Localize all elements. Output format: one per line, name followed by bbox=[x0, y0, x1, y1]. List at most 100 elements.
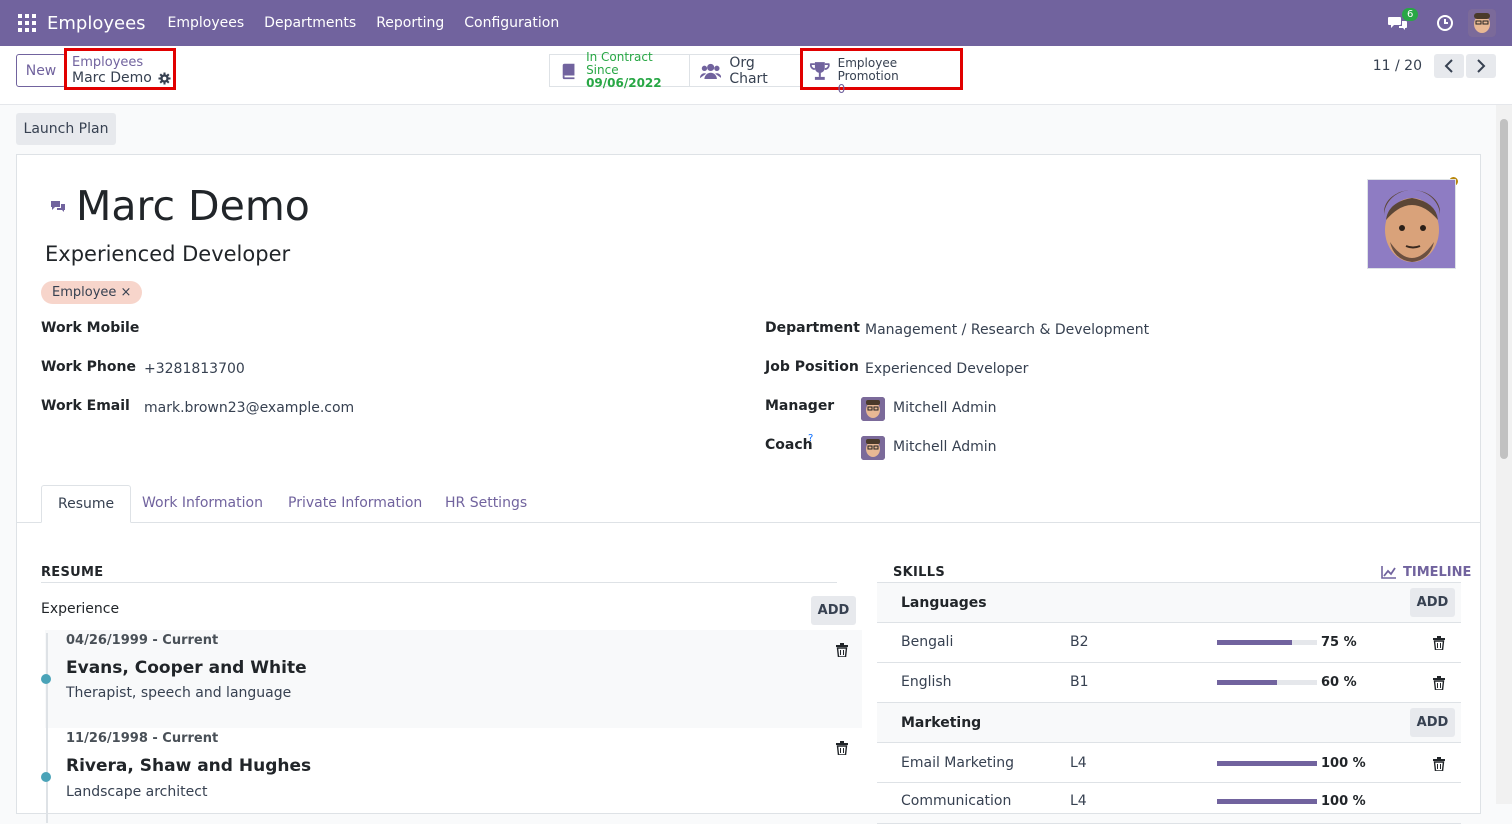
tag-remove-icon[interactable]: × bbox=[121, 285, 132, 300]
resume-item-description: Therapist, speech and language bbox=[66, 685, 292, 701]
new-button[interactable]: New bbox=[16, 54, 66, 87]
scrollbar[interactable] bbox=[1496, 105, 1512, 804]
user-avatar[interactable] bbox=[1468, 9, 1496, 37]
skill-row[interactable] bbox=[877, 663, 1461, 703]
skill-progress-label: 100 % bbox=[1321, 756, 1366, 771]
tab-private-information[interactable]: Private Information bbox=[272, 485, 438, 523]
resume-add-button[interactable]: ADD bbox=[811, 596, 856, 625]
skill-progress-bar bbox=[1217, 761, 1317, 766]
manager-avatar bbox=[861, 397, 885, 421]
manager-label: Manager bbox=[765, 398, 835, 414]
contract-label: In Contract Since bbox=[586, 50, 653, 77]
activity-clock-icon[interactable] bbox=[1436, 14, 1454, 32]
smart-buttons: In Contract Since 09/06/2022 Org Chart bbox=[549, 50, 801, 90]
skill-group-name: Languages bbox=[901, 595, 987, 611]
timeline-label: TIMELINE bbox=[1403, 565, 1472, 580]
resume-header: RESUME bbox=[41, 565, 104, 580]
coach-label: Coach bbox=[765, 437, 813, 453]
gear-icon[interactable] bbox=[158, 71, 171, 85]
scrollbar-thumb[interactable] bbox=[1500, 119, 1508, 459]
coach-avatar bbox=[861, 436, 885, 460]
contract-date: 09/06/2022 bbox=[586, 76, 662, 90]
pager-previous-button[interactable] bbox=[1434, 54, 1464, 78]
menu-reporting[interactable]: Reporting bbox=[376, 15, 444, 31]
skill-progress-bar bbox=[1217, 640, 1317, 645]
tab-resume[interactable]: Resume bbox=[41, 485, 132, 523]
launch-plan-button[interactable]: Launch Plan bbox=[16, 113, 116, 145]
tab-work-information[interactable]: Work Information bbox=[126, 485, 279, 523]
skill-progress-bar bbox=[1217, 799, 1317, 804]
employee-form-sheet: Marc Demo Experienced Developer Employee… bbox=[16, 154, 1481, 824]
app-title[interactable]: Employees bbox=[47, 13, 146, 34]
chevron-left-icon bbox=[1444, 59, 1453, 73]
menu-configuration[interactable]: Configuration bbox=[464, 15, 559, 31]
trophy-icon bbox=[809, 62, 830, 80]
skill-name: Email Marketing bbox=[901, 755, 1015, 771]
trash-icon[interactable] bbox=[1433, 676, 1445, 690]
work-email-label: Work Email bbox=[41, 398, 130, 414]
book-icon bbox=[562, 63, 575, 79]
department-value[interactable]: Management / Research & Development bbox=[865, 322, 1149, 338]
pager: 11 / 20 bbox=[1373, 54, 1496, 78]
chat-icon[interactable] bbox=[50, 200, 66, 214]
resume-item-date: 11/26/1998 - Current bbox=[66, 731, 219, 746]
work-email-value[interactable]: mark.brown23@example.com bbox=[144, 400, 354, 416]
pager-next-button[interactable] bbox=[1466, 54, 1496, 78]
skill-level: B2 bbox=[1070, 634, 1089, 650]
org-chart-label: Org Chart bbox=[729, 54, 768, 87]
resume-item-name[interactable]: Evans, Cooper and White bbox=[66, 658, 307, 678]
resume-item-name[interactable]: Rivera, Shaw and Hughes bbox=[66, 756, 311, 776]
employee-job-title[interactable]: Experienced Developer bbox=[45, 242, 290, 266]
contract-smart-button[interactable]: In Contract Since 09/06/2022 bbox=[549, 50, 690, 90]
app-menu-icon[interactable] bbox=[18, 14, 36, 32]
resume-item-description: Landscape architect bbox=[66, 784, 208, 800]
skill-group-name: Marketing bbox=[901, 715, 982, 731]
skill-progress-bar bbox=[1217, 680, 1317, 685]
chevron-right-icon bbox=[1477, 59, 1486, 73]
org-chart-smart-button[interactable]: Org Chart bbox=[689, 54, 801, 87]
skills-timeline-button[interactable]: TIMELINE bbox=[1381, 565, 1471, 580]
skill-progress-label: 75 % bbox=[1321, 635, 1357, 650]
skill-level: B1 bbox=[1070, 674, 1089, 690]
menu-employees[interactable]: Employees bbox=[168, 15, 245, 31]
messages-count-badge: 6 bbox=[1402, 8, 1419, 21]
trash-icon[interactable] bbox=[1433, 757, 1445, 771]
work-phone-value[interactable]: +3281813700 bbox=[144, 361, 245, 377]
tab-hr-settings[interactable]: HR Settings bbox=[429, 485, 543, 523]
employee-tag[interactable]: Employee × bbox=[41, 281, 143, 304]
menu-departments[interactable]: Departments bbox=[264, 15, 356, 31]
job-position-value[interactable]: Experienced Developer bbox=[865, 361, 1028, 377]
line-chart-icon bbox=[1381, 566, 1396, 579]
messages-button[interactable]: 6 bbox=[1388, 8, 1419, 31]
coach-value[interactable]: Mitchell Admin bbox=[893, 439, 997, 455]
skills-header: SKILLS bbox=[893, 565, 946, 580]
manager-value[interactable]: Mitchell Admin bbox=[893, 400, 997, 416]
skill-add-button[interactable]: ADD bbox=[1410, 588, 1455, 617]
top-navbar: Employees Employees Departments Reportin… bbox=[0, 0, 1512, 46]
trash-icon[interactable] bbox=[836, 741, 848, 755]
status-bar: Launch Plan bbox=[0, 105, 1496, 155]
coach-help-icon[interactable]: ? bbox=[808, 433, 813, 444]
form-tabs: Resume Work Information Private Informat… bbox=[17, 485, 1480, 523]
employee-photo[interactable] bbox=[1367, 179, 1456, 269]
promotion-label: Employee Promotion bbox=[837, 56, 899, 83]
resume-item-date: 04/26/1999 - Current bbox=[66, 633, 219, 648]
skill-name: Communication bbox=[901, 793, 1012, 809]
users-icon bbox=[700, 63, 722, 79]
trash-icon[interactable] bbox=[836, 643, 848, 657]
skill-name: Bengali bbox=[901, 634, 954, 650]
resume-timeline-line bbox=[46, 633, 48, 823]
resume-timeline-dot bbox=[41, 772, 51, 782]
work-mobile-label: Work Mobile bbox=[41, 320, 140, 336]
breadcrumb: Employees Marc Demo bbox=[64, 48, 176, 90]
breadcrumb-parent[interactable]: Employees bbox=[72, 56, 173, 70]
pager-value[interactable]: 11 / 20 bbox=[1373, 58, 1422, 74]
control-panel: New Employees Marc Demo In Contract Sinc… bbox=[0, 46, 1512, 105]
promotion-value: 0 bbox=[837, 82, 846, 96]
employee-promotion-smart-button[interactable]: Employee Promotion 0 bbox=[800, 48, 963, 96]
skill-progress-label: 100 % bbox=[1321, 794, 1366, 809]
employee-name[interactable]: Marc Demo bbox=[76, 182, 310, 230]
skill-row[interactable] bbox=[877, 623, 1461, 663]
skill-add-button[interactable]: ADD bbox=[1410, 708, 1455, 737]
trash-icon[interactable] bbox=[1433, 636, 1445, 650]
